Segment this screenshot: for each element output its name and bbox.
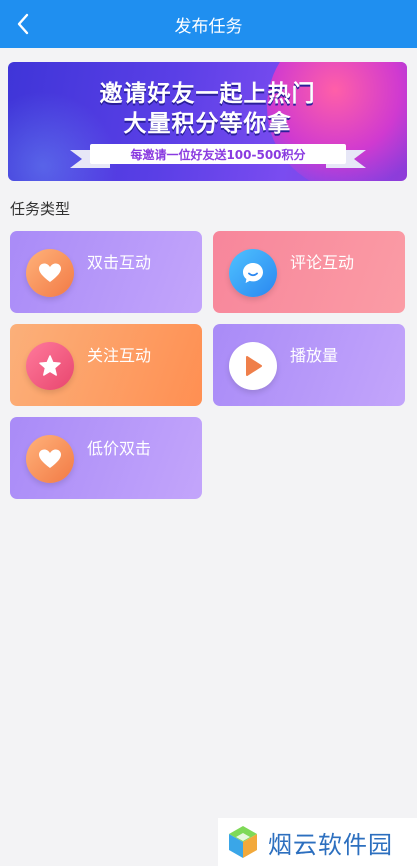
banner-subheadline: 大量积分等你拿 (123, 111, 292, 137)
watermark-text: 烟云软件园 (268, 830, 393, 859)
section-title: 任务类型 (10, 200, 71, 218)
invite-banner[interactable]: 邀请好友一起上热门 大量积分等你拿 每邀请一位好友送100-500积分 (8, 62, 407, 181)
ribbon-text: 每邀请一位好友送100-500积分 (90, 144, 346, 164)
chevron-left-icon (17, 13, 29, 35)
back-button[interactable] (6, 6, 40, 42)
task-card-follow[interactable]: 关注互动 (10, 324, 202, 406)
task-card-plays[interactable]: 播放量 (213, 324, 405, 406)
watermark: 烟云软件园 (218, 818, 417, 866)
task-label: 双击互动 (87, 253, 152, 272)
task-card-comment[interactable]: 评论互动 (213, 231, 405, 313)
star-icon (26, 342, 74, 390)
task-label: 低价双击 (87, 439, 152, 458)
comment-icon (229, 249, 277, 297)
heart-icon (26, 435, 74, 483)
task-label: 关注互动 (87, 346, 152, 365)
banner-headline: 邀请好友一起上热门 (99, 81, 316, 107)
task-label: 评论互动 (290, 253, 355, 272)
banner-ribbon: 每邀请一位好友送100-500积分 (70, 144, 346, 168)
app-header: 发布任务 (0, 0, 417, 48)
task-card-cheap-double-tap[interactable]: 低价双击 (10, 417, 202, 499)
page-title: 发布任务 (174, 16, 243, 37)
cube-logo-icon (229, 826, 257, 858)
play-icon (229, 342, 277, 390)
heart-icon (26, 249, 74, 297)
task-label: 播放量 (290, 346, 339, 365)
task-card-double-tap[interactable]: 双击互动 (10, 231, 202, 313)
